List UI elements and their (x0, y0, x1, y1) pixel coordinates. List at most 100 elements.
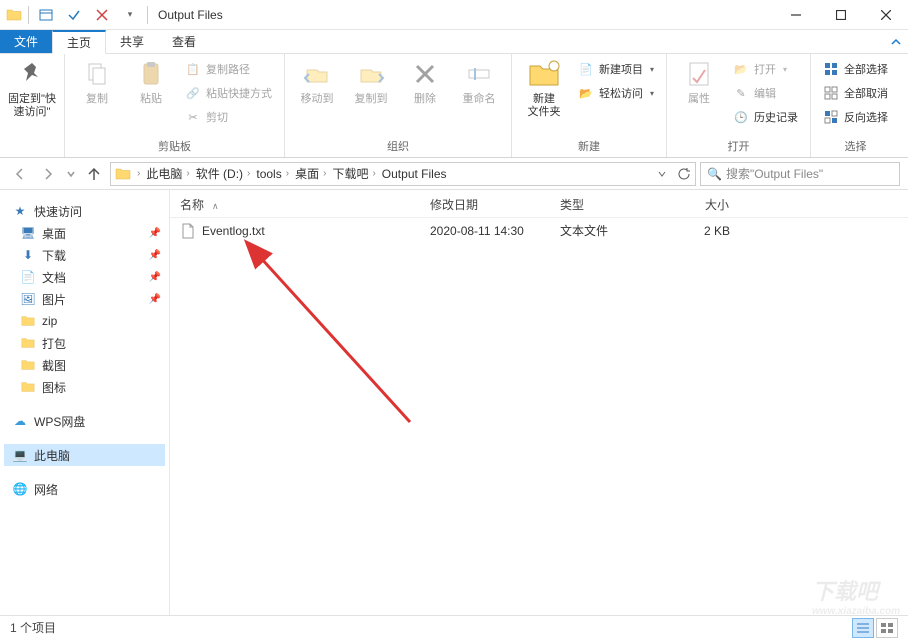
address-dropdown-button[interactable] (651, 163, 673, 185)
select-none-icon (823, 85, 839, 101)
new-folder-label: 新建 文件夹 (528, 93, 561, 119)
cut-button[interactable]: ✂剪切 (181, 106, 276, 128)
file-date: 2020-08-11 14:30 (420, 224, 550, 238)
qat-properties-icon[interactable] (35, 4, 57, 26)
tab-home[interactable]: 主页 (52, 30, 106, 54)
network-icon: 🌐 (12, 481, 28, 497)
breadcrumb[interactable]: tools› (256, 167, 293, 181)
sidebar-item-icons[interactable]: 图标 (4, 376, 165, 398)
open-group-label: 打开 (675, 136, 802, 155)
separator (147, 6, 148, 24)
open-button[interactable]: 📂打开▾ (729, 58, 802, 80)
column-type[interactable]: 类型 (550, 190, 660, 217)
breadcrumb[interactable]: 桌面› (295, 165, 330, 182)
edit-icon: ✎ (733, 85, 749, 101)
sidebar-item-zip[interactable]: zip (4, 310, 165, 332)
properties-icon (683, 58, 715, 90)
column-name[interactable]: 名称 (170, 190, 420, 217)
breadcrumb[interactable]: 此电脑› (146, 165, 193, 182)
thumbnails-view-button[interactable] (876, 618, 898, 638)
sidebar-item-documents[interactable]: 📄文档📌 (4, 266, 165, 288)
sidebar-item-screenshot[interactable]: 截图 (4, 354, 165, 376)
download-icon: ⬇ (20, 247, 36, 263)
qat-dropdown-icon[interactable]: ▾ (119, 4, 141, 26)
close-button[interactable] (863, 0, 908, 30)
clipboard-group-label: 剪贴板 (73, 136, 276, 155)
properties-button[interactable]: 属性 (675, 58, 723, 106)
paste-label: 粘贴 (140, 93, 162, 106)
copy-to-button[interactable]: 复制到 (347, 58, 395, 106)
nav-recent-button[interactable] (64, 162, 78, 186)
copy-label: 复制 (86, 93, 108, 106)
edit-button[interactable]: ✎编辑 (729, 82, 802, 104)
paste-shortcut-button[interactable]: 🔗粘贴快捷方式 (181, 82, 276, 104)
copy-path-button[interactable]: 📋复制路径 (181, 58, 276, 80)
minimize-button[interactable] (773, 0, 818, 30)
nav-up-button[interactable] (82, 162, 106, 186)
select-group-label: 选择 (819, 136, 892, 155)
history-icon: 🕒 (733, 109, 749, 125)
pin-label: 固定到"快速访问" (8, 93, 56, 119)
rename-icon (463, 58, 495, 90)
move-icon (301, 58, 333, 90)
paste-button[interactable]: 粘贴 (127, 58, 175, 106)
sidebar-item-wps[interactable]: ☁WPS网盘 (4, 410, 165, 432)
column-size[interactable]: 大小 (660, 190, 740, 217)
pictures-icon: 🖼 (20, 291, 36, 307)
file-row[interactable]: Eventlog.txt 2020-08-11 14:30 文本文件 2 KB (170, 218, 908, 243)
tab-file[interactable]: 文件 (0, 30, 52, 53)
column-headers: 名称 修改日期 类型 大小 (170, 190, 908, 218)
sidebar-item-pictures[interactable]: 🖼图片📌 (4, 288, 165, 310)
breadcrumb[interactable]: 软件 (D:)› (196, 165, 255, 182)
sidebar-item-downloads[interactable]: ⬇下载📌 (4, 244, 165, 266)
file-type: 文本文件 (550, 222, 660, 239)
nav-back-button[interactable] (8, 162, 32, 186)
nav-forward-button[interactable] (36, 162, 60, 186)
tab-view[interactable]: 查看 (158, 30, 210, 53)
sidebar-item-this-pc[interactable]: 💻此电脑 (4, 444, 165, 466)
new-folder-button[interactable]: 新建 文件夹 (520, 58, 568, 119)
pin-to-quick-access-button[interactable]: 固定到"快速访问" (8, 58, 56, 119)
sidebar-item-quick-access[interactable]: ★快速访问 (4, 200, 165, 222)
new-folder-icon (528, 58, 560, 90)
move-to-button[interactable]: 移动到 (293, 58, 341, 106)
copy-button[interactable]: 复制 (73, 58, 121, 106)
sidebar-item-desktop[interactable]: 🖥桌面📌 (4, 222, 165, 244)
breadcrumb[interactable]: 下载吧› (332, 165, 379, 182)
history-button[interactable]: 🕒历史记录 (729, 106, 802, 128)
file-size: 2 KB (660, 224, 740, 238)
title-bar: ▾ Output Files (0, 0, 908, 30)
search-icon: 🔍 (707, 167, 722, 181)
qat-close-red-icon[interactable] (91, 4, 113, 26)
select-none-button[interactable]: 全部取消 (819, 82, 892, 104)
pin-icon: 📌 (149, 272, 161, 283)
invert-selection-button[interactable]: 反向选择 (819, 106, 892, 128)
sidebar-item-network[interactable]: 🌐网络 (4, 478, 165, 500)
delete-button[interactable]: 删除 (401, 58, 449, 106)
move-label: 移动到 (301, 93, 334, 106)
invert-icon (823, 109, 839, 125)
tab-share[interactable]: 共享 (106, 30, 158, 53)
details-view-button[interactable] (852, 618, 874, 638)
star-icon: ★ (12, 203, 28, 219)
sidebar-item-package[interactable]: 打包 (4, 332, 165, 354)
collapse-ribbon-button[interactable] (884, 30, 908, 53)
desktop-icon: 🖥 (20, 225, 36, 241)
pin-icon: 📌 (149, 250, 161, 261)
qat-checkmark-icon[interactable] (63, 4, 85, 26)
rename-button[interactable]: 重命名 (455, 58, 503, 106)
folder-icon (20, 313, 36, 329)
maximize-button[interactable] (818, 0, 863, 30)
folder-icon (20, 335, 36, 351)
breadcrumb[interactable]: Output Files (382, 167, 447, 181)
select-all-button[interactable]: 全部选择 (819, 58, 892, 80)
easy-access-button[interactable]: 📂轻松访问▾ (574, 82, 658, 104)
column-date[interactable]: 修改日期 (420, 190, 550, 217)
address-bar-row: › 此电脑› 软件 (D:)› tools› 桌面› 下载吧› Output F… (0, 158, 908, 190)
scissors-icon: ✂ (185, 109, 201, 125)
new-item-button[interactable]: 📄新建项目▾ (574, 58, 658, 80)
refresh-button[interactable] (673, 163, 695, 185)
folder-icon (20, 357, 36, 373)
address-bar[interactable]: › 此电脑› 软件 (D:)› tools› 桌面› 下载吧› Output F… (110, 162, 696, 186)
search-input[interactable]: 🔍 搜索"Output Files" (700, 162, 900, 186)
